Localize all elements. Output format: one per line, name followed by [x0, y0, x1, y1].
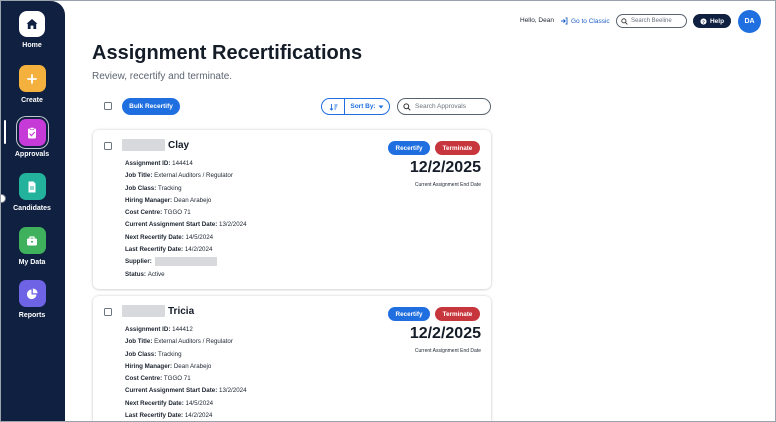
assignment-details: Assignment ID: 144414 Job Title: Externa… — [125, 159, 247, 282]
page-subtitle: Review, recertify and terminate. — [92, 71, 233, 82]
sort-direction-button[interactable] — [322, 99, 345, 114]
field-job-title: Job Title: External Auditors / Regulator — [125, 338, 233, 346]
field-start-date: Current Assignment Start Date: 13/2/2024 — [125, 387, 247, 395]
terminate-button[interactable]: Terminate — [435, 141, 480, 155]
global-search-input[interactable]: Search Beeline — [616, 14, 687, 28]
recertify-button[interactable]: Recertify — [388, 307, 430, 321]
help-label: Help — [709, 17, 725, 25]
assignment-details: Assignment ID: 144412 Job Title: Externa… — [125, 325, 247, 421]
sidebar-item-my-data[interactable]: My Data — [1, 227, 63, 266]
pie-chart-icon — [18, 280, 46, 307]
sidebar-item-label: Candidates — [13, 205, 51, 212]
field-assignment-id: Assignment ID: 144414 — [125, 160, 193, 167]
assignment-card: Clay Recertify Terminate 12/2/2025 Curre… — [93, 130, 491, 289]
sidebar-item-label: My Data — [18, 259, 46, 266]
field-next-recertify: Next Recertify Date: 14/5/2024 — [125, 233, 214, 241]
field-supplier: Supplier: — [125, 257, 247, 269]
field-job-class: Job Class: Tracking — [125, 350, 182, 358]
card-select-checkbox[interactable] — [104, 308, 112, 316]
select-all-checkbox[interactable] — [104, 102, 112, 110]
field-start-date: Current Assignment Start Date: 13/2/2024 — [125, 221, 247, 229]
end-date-value: 12/2/2025 — [409, 159, 481, 176]
field-status: Status: Active — [125, 270, 165, 278]
sign-in-icon — [561, 17, 568, 25]
home-icon — [19, 11, 45, 37]
card-select-checkbox[interactable] — [104, 142, 112, 150]
field-last-recertify: Last Recertify Date: 14/2/2024 — [125, 412, 213, 420]
caret-down-icon — [378, 105, 384, 108]
field-cost-centre: Cost Centre: TGGO 71 — [125, 209, 191, 217]
sidebar-item-label: Home — [22, 42, 42, 49]
avatar[interactable]: DA — [738, 10, 761, 33]
go-to-classic-link[interactable]: Go to Classic — [560, 17, 610, 25]
help-button[interactable]: ? Help — [693, 14, 731, 28]
sidebar-item-reports[interactable]: Reports — [1, 280, 63, 319]
sort-by-label: Sort By: — [350, 103, 376, 110]
svg-text:?: ? — [702, 19, 705, 25]
field-hiring-manager: Hiring Manager: Dean Arabejo — [125, 362, 212, 370]
clipboard-check-icon — [18, 119, 46, 146]
sort-control: Sort By: — [321, 98, 390, 115]
sidebar-item-label: Reports — [18, 312, 46, 319]
field-cost-centre: Cost Centre: TGGO 71 — [125, 375, 191, 383]
app-window: Home Create Approvals Candidates My Data — [0, 0, 776, 422]
recertify-button[interactable]: Recertify — [388, 141, 430, 155]
bulk-recertify-button[interactable]: Bulk Recertify — [122, 98, 180, 115]
end-date-value: 12/2/2025 — [409, 325, 481, 342]
sidebar-item-create[interactable]: Create — [1, 65, 63, 104]
search-approvals-input[interactable]: Search Approvals — [397, 98, 491, 115]
redacted-supplier — [154, 257, 217, 267]
sidebar: Home Create Approvals Candidates My Data — [1, 1, 65, 421]
end-date-label: Current Assignment End Date — [414, 348, 481, 354]
field-next-recertify: Next Recertify Date: 14/5/2024 — [125, 399, 214, 407]
field-job-class: Job Class: Tracking — [125, 184, 182, 192]
worker-name: Tricia — [168, 306, 195, 317]
sidebar-item-home[interactable]: Home — [1, 11, 63, 49]
assignment-card: Tricia Recertify Terminate 12/2/2025 Cur… — [93, 296, 491, 421]
redacted-first-name — [122, 305, 165, 317]
sort-by-dropdown[interactable]: Sort By: — [345, 103, 389, 110]
field-last-recertify: Last Recertify Date: 14/2/2024 — [125, 246, 213, 254]
field-job-title: Job Title: External Auditors / Regulator — [125, 172, 233, 180]
document-icon — [18, 173, 46, 200]
sidebar-item-label: Approvals — [14, 151, 50, 158]
end-date-label: Current Assignment End Date — [414, 182, 481, 188]
redacted-first-name — [122, 139, 165, 151]
sort-order-icon — [329, 103, 337, 111]
worker-name: Clay — [168, 140, 190, 151]
page-title: Assignment Recertifications — [92, 42, 363, 64]
field-hiring-manager: Hiring Manager: Dean Arabejo — [125, 196, 212, 204]
sidebar-item-label: Create — [21, 97, 43, 104]
sidebar-item-candidates[interactable]: Candidates — [1, 173, 63, 212]
user-greeting: Hello, Dean — [520, 17, 554, 24]
sidebar-item-approvals[interactable]: Approvals — [1, 119, 63, 158]
plus-icon — [18, 65, 46, 92]
search-icon — [621, 17, 628, 25]
field-assignment-id: Assignment ID: 144412 — [125, 326, 193, 333]
terminate-button[interactable]: Terminate — [435, 307, 480, 321]
search-icon — [403, 102, 411, 111]
briefcase-icon — [18, 227, 46, 254]
search-approvals-placeholder: Search Approvals — [415, 103, 466, 110]
help-icon: ? — [700, 17, 707, 25]
go-to-classic-label: Go to Classic — [571, 17, 610, 25]
global-search-placeholder: Search Beeline — [631, 18, 672, 24]
